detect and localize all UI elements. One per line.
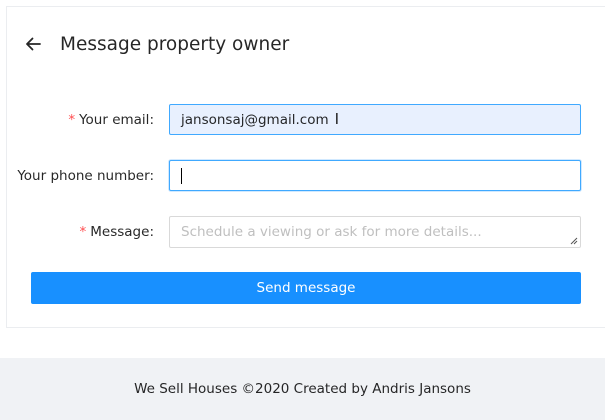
message-label: * Message: bbox=[79, 223, 154, 240]
input-caret bbox=[181, 167, 182, 184]
resize-handle-icon[interactable] bbox=[570, 237, 578, 245]
email-form-item: * Your email: jansonsaj@gmail.com I bbox=[0, 104, 605, 135]
text-cursor-icon: I bbox=[334, 110, 340, 128]
phone-label: Your phone number: bbox=[17, 167, 154, 184]
message-textarea[interactable]: Schedule a viewing or ask for more detai… bbox=[169, 215, 581, 248]
send-message-button[interactable]: Send message bbox=[31, 272, 581, 304]
arrow-left-icon bbox=[26, 37, 41, 51]
email-field[interactable]: jansonsaj@gmail.com I bbox=[169, 104, 581, 135]
message-form-item: * Message: Schedule a viewing or ask for … bbox=[0, 215, 605, 248]
footer-text: We Sell Houses ©2020 Created by Andris J… bbox=[134, 381, 471, 397]
phone-form-item: Your phone number: bbox=[0, 160, 605, 191]
page-header: Message property owner bbox=[24, 26, 289, 62]
phone-field[interactable] bbox=[169, 160, 581, 191]
page-title: Message property owner bbox=[60, 33, 290, 55]
email-value: jansonsaj@gmail.com bbox=[181, 111, 329, 128]
back-button[interactable] bbox=[24, 35, 42, 53]
email-label: * Your email: bbox=[68, 111, 154, 128]
required-mark: * bbox=[68, 111, 76, 128]
footer: We Sell Houses ©2020 Created by Andris J… bbox=[0, 358, 605, 420]
required-mark: * bbox=[79, 223, 87, 240]
message-placeholder: Schedule a viewing or ask for more detai… bbox=[181, 223, 482, 240]
